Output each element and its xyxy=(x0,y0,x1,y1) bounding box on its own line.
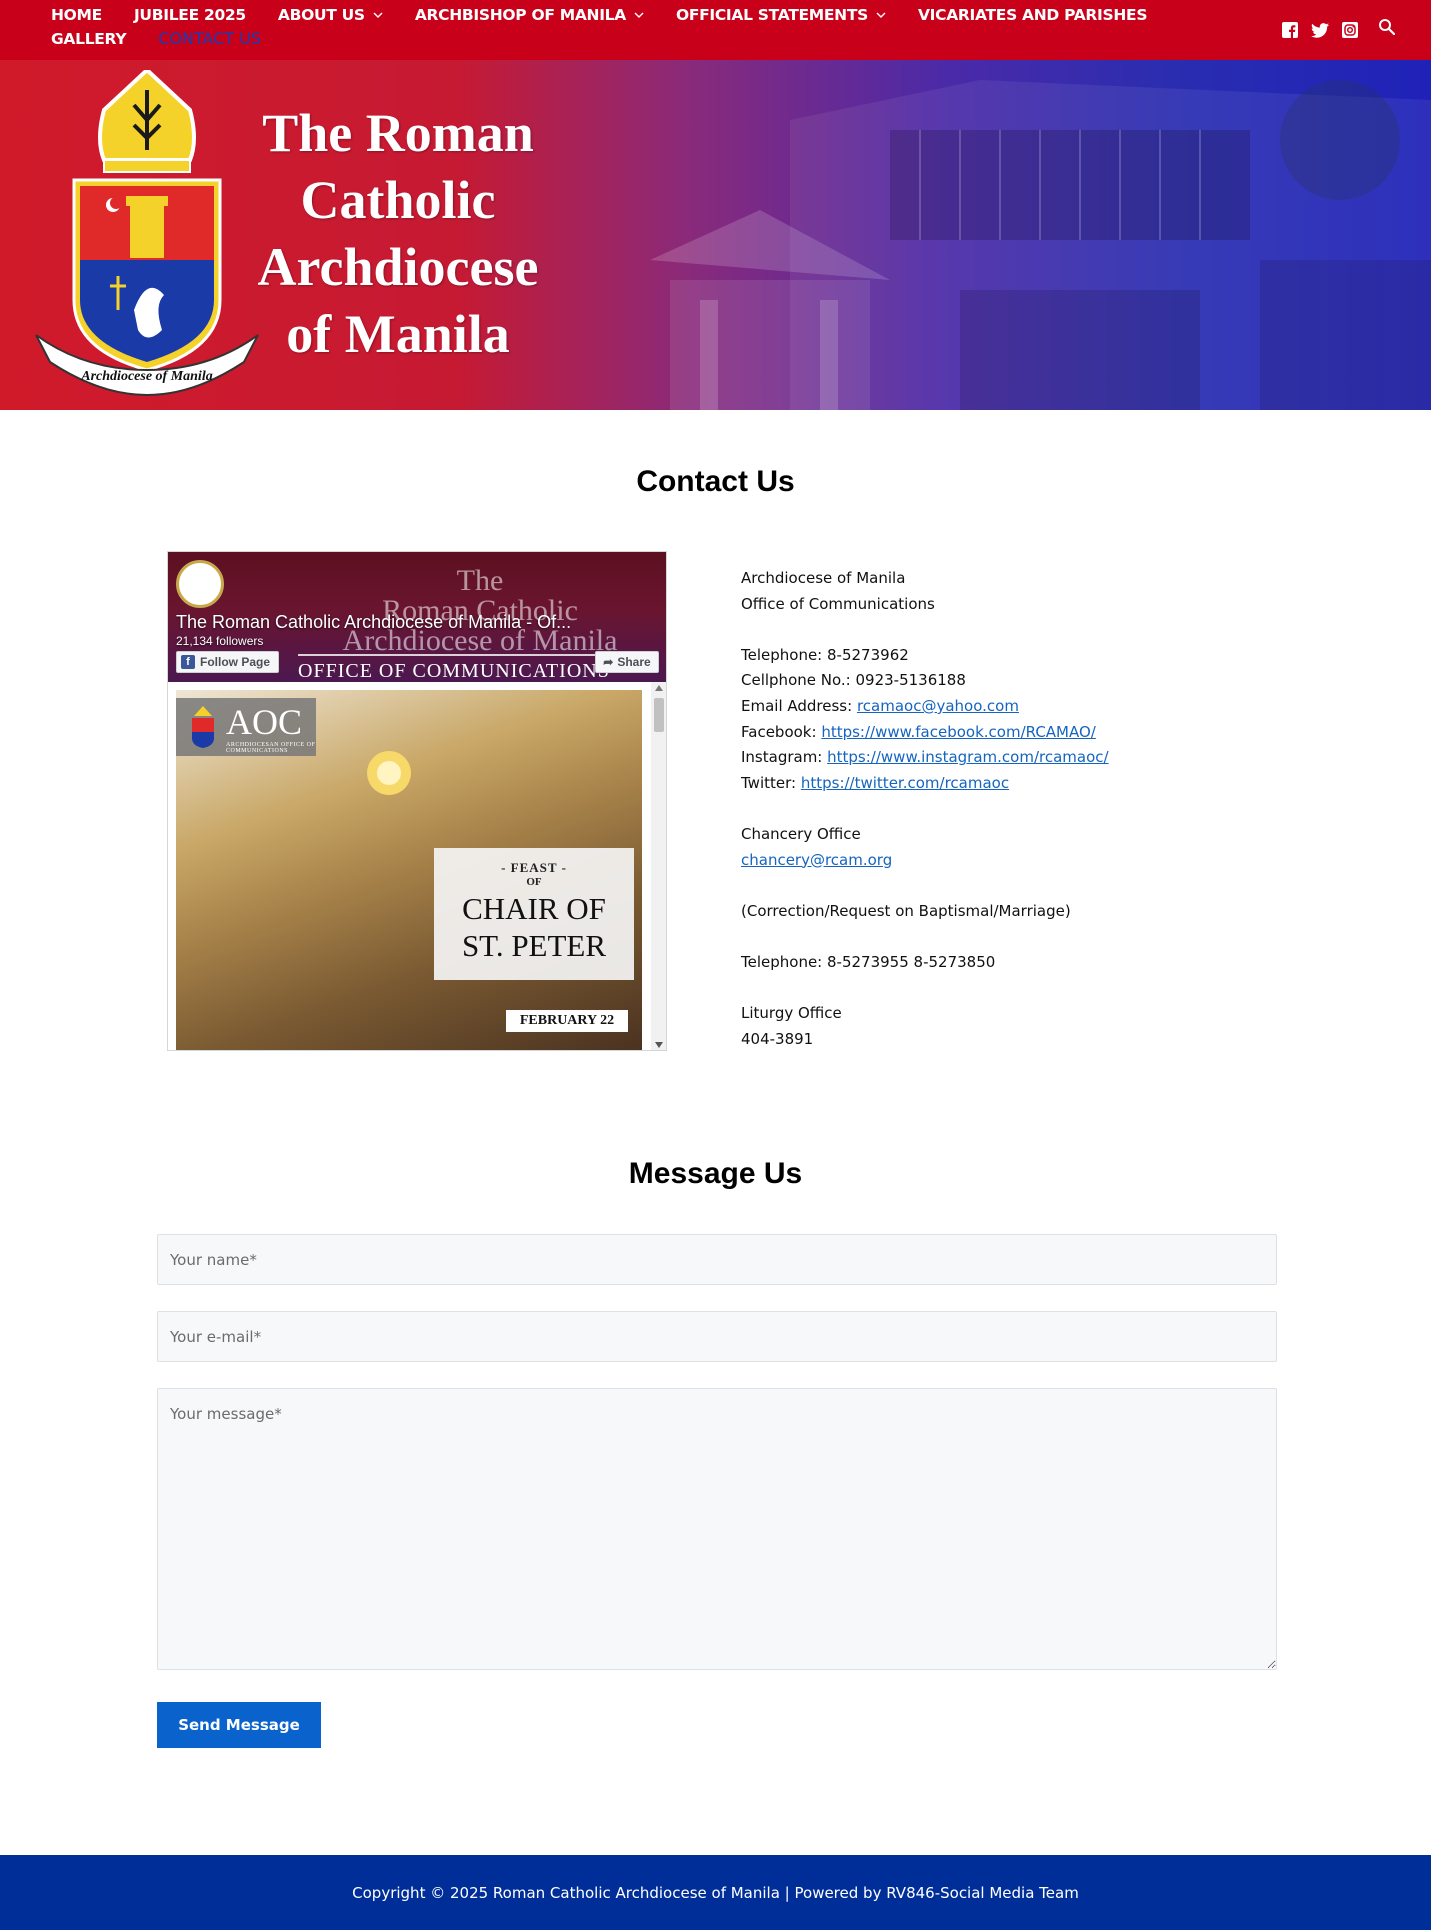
facebook-cover-image: The Roman Catholic Archdiocese of Manila… xyxy=(168,552,666,682)
search-icon[interactable] xyxy=(1378,18,1398,38)
message-textarea[interactable] xyxy=(157,1388,1277,1670)
email-link[interactable]: rcamaoc@yahoo.com xyxy=(857,697,1019,715)
facebook-link[interactable]: https://www.facebook.com/RCAMAO/ xyxy=(821,723,1096,741)
contact-us-title: Contact Us xyxy=(636,465,795,498)
nav-item-contact-us[interactable]: CONTACT US xyxy=(158,30,261,48)
site-title-line: Catholic xyxy=(300,170,496,230)
instagram-label: Instagram: xyxy=(741,748,828,767)
telephone-value: 8-5273962 xyxy=(827,645,909,664)
chancery-telephone: Telephone: 8-5273955 8-5273850 xyxy=(741,952,996,971)
facebook-line: Facebook: https://www.facebook.com/RCAMA… xyxy=(741,720,1301,746)
share-button[interactable]: ➦ Share xyxy=(595,651,659,673)
follow-page-label: Follow Page xyxy=(200,655,271,669)
nav-item-label: CONTACT US xyxy=(158,29,262,48)
name-input[interactable] xyxy=(157,1234,1277,1285)
site-footer: Copyright © 2025 Roman Catholic Archdioc… xyxy=(0,1855,1431,1930)
email-label: Email Address: xyxy=(741,696,857,715)
scrollbar-thumb[interactable] xyxy=(654,698,664,732)
share-icon: ➦ xyxy=(603,655,614,669)
chevron-down-icon xyxy=(634,12,644,18)
site-title: The Roman Catholic Archdiocese of Manila xyxy=(238,100,558,368)
follow-page-button[interactable]: f Follow Page xyxy=(176,651,280,673)
hero-banner: Archdiocese of Manila The Roman Catholic… xyxy=(0,60,1431,410)
copyright-text: Copyright © 2025 Roman Catholic Archdioc… xyxy=(352,1883,1079,1902)
building-background-image xyxy=(650,80,1431,410)
nav-item-label: VICARIATES AND PARISHES xyxy=(917,6,1148,24)
nav-item-label: ARCHBISHOP OF MANILA xyxy=(414,6,626,24)
instagram-icon[interactable] xyxy=(1340,20,1360,40)
page-avatar[interactable] xyxy=(176,560,224,608)
aoc-badge-text: AOC xyxy=(226,702,303,742)
nav-item-archbishop[interactable]: ARCHBISHOP OF MANILA xyxy=(415,6,644,24)
nav-item-label: JUBILEE 2025 xyxy=(133,6,246,24)
site-title-line: of Manila xyxy=(286,304,510,364)
chevron-down-icon xyxy=(876,12,886,18)
cellphone-value: 0923-5136188 xyxy=(855,671,966,690)
contact-info-block: Archdiocese of Manila Office of Communic… xyxy=(741,566,1301,1052)
holy-spirit-window-icon xyxy=(367,751,411,795)
twitter-line: Twitter: https://twitter.com/rcamaoc xyxy=(741,771,1301,797)
office-name: Office of Communications xyxy=(741,594,935,613)
liturgy-office-title: Liturgy Office xyxy=(741,1004,842,1023)
instagram-line: Instagram: https://www.instagram.com/rca… xyxy=(741,745,1301,771)
aoc-badge: AOC ARCHDIOCESAN OFFICE OF COMMUNICATION… xyxy=(176,698,316,756)
feast-title-card: - FEAST - OF CHAIR OF ST. PETER xyxy=(434,848,634,980)
twitter-link[interactable]: https://twitter.com/rcamaoc xyxy=(801,774,1009,792)
widget-scrollbar[interactable] xyxy=(651,682,666,1050)
nav-item-gallery[interactable]: GALLERY xyxy=(51,30,127,48)
nav-item-label: HOME xyxy=(51,6,102,24)
facebook-page-name[interactable]: The Roman Catholic Archdiocese of Manila… xyxy=(176,612,596,633)
nav-item-label: ABOUT US xyxy=(277,6,365,24)
archdiocese-crest-logo: Archdiocese of Manila xyxy=(35,70,259,397)
scroll-up-icon[interactable] xyxy=(655,685,663,691)
facebook-label: Facebook: xyxy=(741,722,822,741)
feast-name-line: ST. PETER xyxy=(461,928,607,963)
crest-ribbon-text: Archdiocese of Manila xyxy=(80,369,212,384)
aoc-badge-subtext: ARCHDIOCESAN OFFICE OF COMMUNICATIONS xyxy=(226,742,316,754)
site-title-line: The Roman xyxy=(262,103,534,163)
nav-item-about-us[interactable]: ABOUT US xyxy=(278,6,383,24)
email-line: Email Address: rcamaoc@yahoo.com xyxy=(741,694,1301,720)
telephone-line: Telephone: 8-5273962 xyxy=(741,643,1301,669)
facebook-post-image[interactable]: AOC ARCHDIOCESAN OFFICE OF COMMUNICATION… xyxy=(176,690,642,1050)
follower-count: 21,134 followers xyxy=(176,634,264,648)
feast-date: FEBRUARY 22 xyxy=(506,1010,628,1032)
nav-item-label: OFFICIAL STATEMENTS xyxy=(675,6,868,24)
facebook-page-widget[interactable]: The Roman Catholic Archdiocese of Manila… xyxy=(167,551,667,1051)
feast-of-label: OF xyxy=(526,876,542,888)
facebook-icon: f xyxy=(181,655,195,669)
chancery-office-title: Chancery Office xyxy=(741,824,861,843)
organization-name: Archdiocese of Manila xyxy=(741,569,906,587)
share-label: Share xyxy=(617,655,651,669)
aoc-crest-icon xyxy=(192,706,214,748)
top-navigation: HOME JUBILEE 2025 ABOUT US ARCHBISHOP OF… xyxy=(0,0,1431,60)
liturgy-office-phone: 404-3891 xyxy=(741,1029,814,1048)
nav-item-vicariates[interactable]: VICARIATES AND PARISHES xyxy=(917,6,1148,24)
nav-menu: HOME JUBILEE 2025 ABOUT US ARCHBISHOP OF… xyxy=(51,6,1251,48)
chancery-email-link[interactable]: chancery@rcam.org xyxy=(741,851,892,869)
nav-item-label: GALLERY xyxy=(51,30,127,48)
instagram-link[interactable]: https://www.instagram.com/rcamaoc/ xyxy=(827,748,1108,766)
email-input[interactable] xyxy=(157,1311,1277,1362)
telephone-label: Telephone: xyxy=(741,645,828,664)
cover-subtitle: OFFICE OF COMMUNICATIONS xyxy=(298,654,610,682)
nav-item-official-statements[interactable]: OFFICIAL STATEMENTS xyxy=(676,6,886,24)
cover-title-line: The xyxy=(456,564,504,597)
correction-note: (Correction/Request on Baptismal/Marriag… xyxy=(741,901,1071,920)
feast-name-line: CHAIR OF xyxy=(462,891,606,926)
send-message-button[interactable]: Send Message xyxy=(157,1702,321,1748)
nav-item-jubilee[interactable]: JUBILEE 2025 xyxy=(134,6,246,24)
cellphone-label: Cellphone No.: xyxy=(741,671,856,690)
nav-item-home[interactable]: HOME xyxy=(51,6,102,24)
cover-title: The Roman Catholic Archdiocese of Manila xyxy=(292,564,666,656)
message-us-title: Message Us xyxy=(628,1157,803,1190)
cellphone-line: Cellphone No.: 0923-5136188 xyxy=(741,668,1301,694)
twitter-label: Twitter: xyxy=(741,773,801,792)
scroll-down-icon[interactable] xyxy=(655,1042,663,1048)
chevron-down-icon xyxy=(373,12,383,18)
feast-label: - FEAST - xyxy=(501,860,567,875)
facebook-icon[interactable] xyxy=(1280,20,1300,40)
site-title-line: Archdiocese xyxy=(257,237,539,297)
twitter-icon[interactable] xyxy=(1310,20,1330,40)
